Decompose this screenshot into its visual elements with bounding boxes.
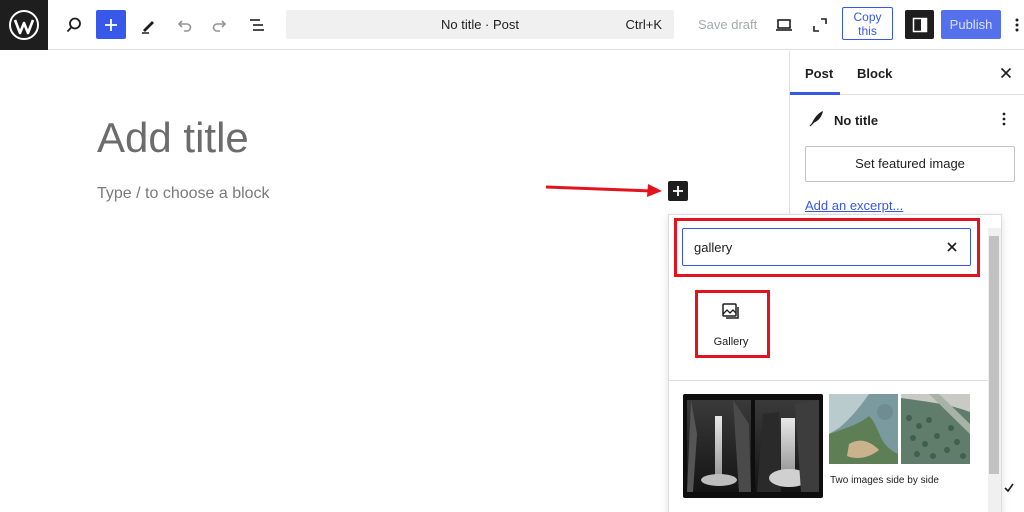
options-menu-button[interactable] [1010,10,1024,40]
publish-button[interactable]: Publish [941,10,1001,39]
annotation-arrow-icon [545,184,662,197]
post-title-field[interactable]: Add title [97,114,249,162]
block-inserter-toggle[interactable] [96,10,126,39]
undo-icon [177,20,192,32]
kebab-icon [1002,112,1006,126]
tab-block[interactable]: Block [857,66,892,81]
pattern-label-two-images: Two images side by side [830,475,939,486]
wp-editor: No title · Post Ctrl+K Save draft Copy t… [0,0,1024,512]
inserter-scrollbar-thumb[interactable] [989,236,999,474]
search-icon [66,17,81,33]
post-summary-title: No title [834,113,879,128]
pattern-preview-two-images[interactable] [829,394,970,464]
aerial-coast-photos-image [829,394,970,464]
undo-button[interactable] [169,10,199,40]
fullscreen-button[interactable] [805,10,835,40]
post-actions-button[interactable] [996,109,1012,129]
gallery-icon [722,303,739,319]
wordpress-logo-icon [9,10,39,40]
settings-panel-toggle[interactable] [905,10,934,39]
close-settings-button[interactable] [996,63,1016,83]
sidebar-tabs: Post Block [790,51,1024,95]
kebab-icon [1015,18,1019,32]
copy-this-button[interactable]: Copy this [842,7,893,40]
tab-post[interactable]: Post [805,66,833,81]
check-icon [1004,483,1014,493]
set-featured-image-button[interactable]: Set featured image [805,146,1015,182]
add-block-button[interactable] [668,181,688,201]
tools-button[interactable] [133,10,163,40]
add-excerpt-link[interactable]: Add an excerpt... [805,198,903,213]
block-appender[interactable]: Type / to choose a block [97,185,270,203]
inserter-divider [668,380,988,381]
editor-toolbar: No title · Post Ctrl+K Save draft Copy t… [0,0,1024,50]
plus-icon [105,18,117,31]
feather-icon [809,111,823,127]
document-overview-button[interactable] [242,10,272,40]
close-icon [1000,67,1012,79]
pattern-preview-waterfalls[interactable] [683,394,823,498]
sidebar-icon [912,17,927,32]
preview-button[interactable] [769,10,799,40]
redo-icon [212,20,227,32]
desktop-icon [776,19,792,31]
active-tab-indicator [790,92,840,95]
redo-button[interactable] [205,10,235,40]
pen-icon [142,21,154,34]
document-title: No title · Post [440,17,520,32]
search-input-value: gallery [694,240,733,255]
plus-icon [673,186,683,196]
command-palette-bar[interactable]: No title · Post Ctrl+K [286,10,674,39]
save-draft-button[interactable]: Save draft [698,17,757,32]
search-button[interactable] [59,10,89,40]
close-icon [947,242,957,252]
clear-search-button[interactable] [944,239,960,255]
list-view-icon [250,19,264,31]
shortcut-hint: Ctrl+K [625,17,662,32]
expand-icon [813,18,827,32]
block-search-input[interactable]: gallery [682,228,971,266]
wordpress-logo-button[interactable] [0,0,48,50]
gallery-block-label: Gallery [713,336,749,348]
waterfall-photos-image [687,400,819,492]
